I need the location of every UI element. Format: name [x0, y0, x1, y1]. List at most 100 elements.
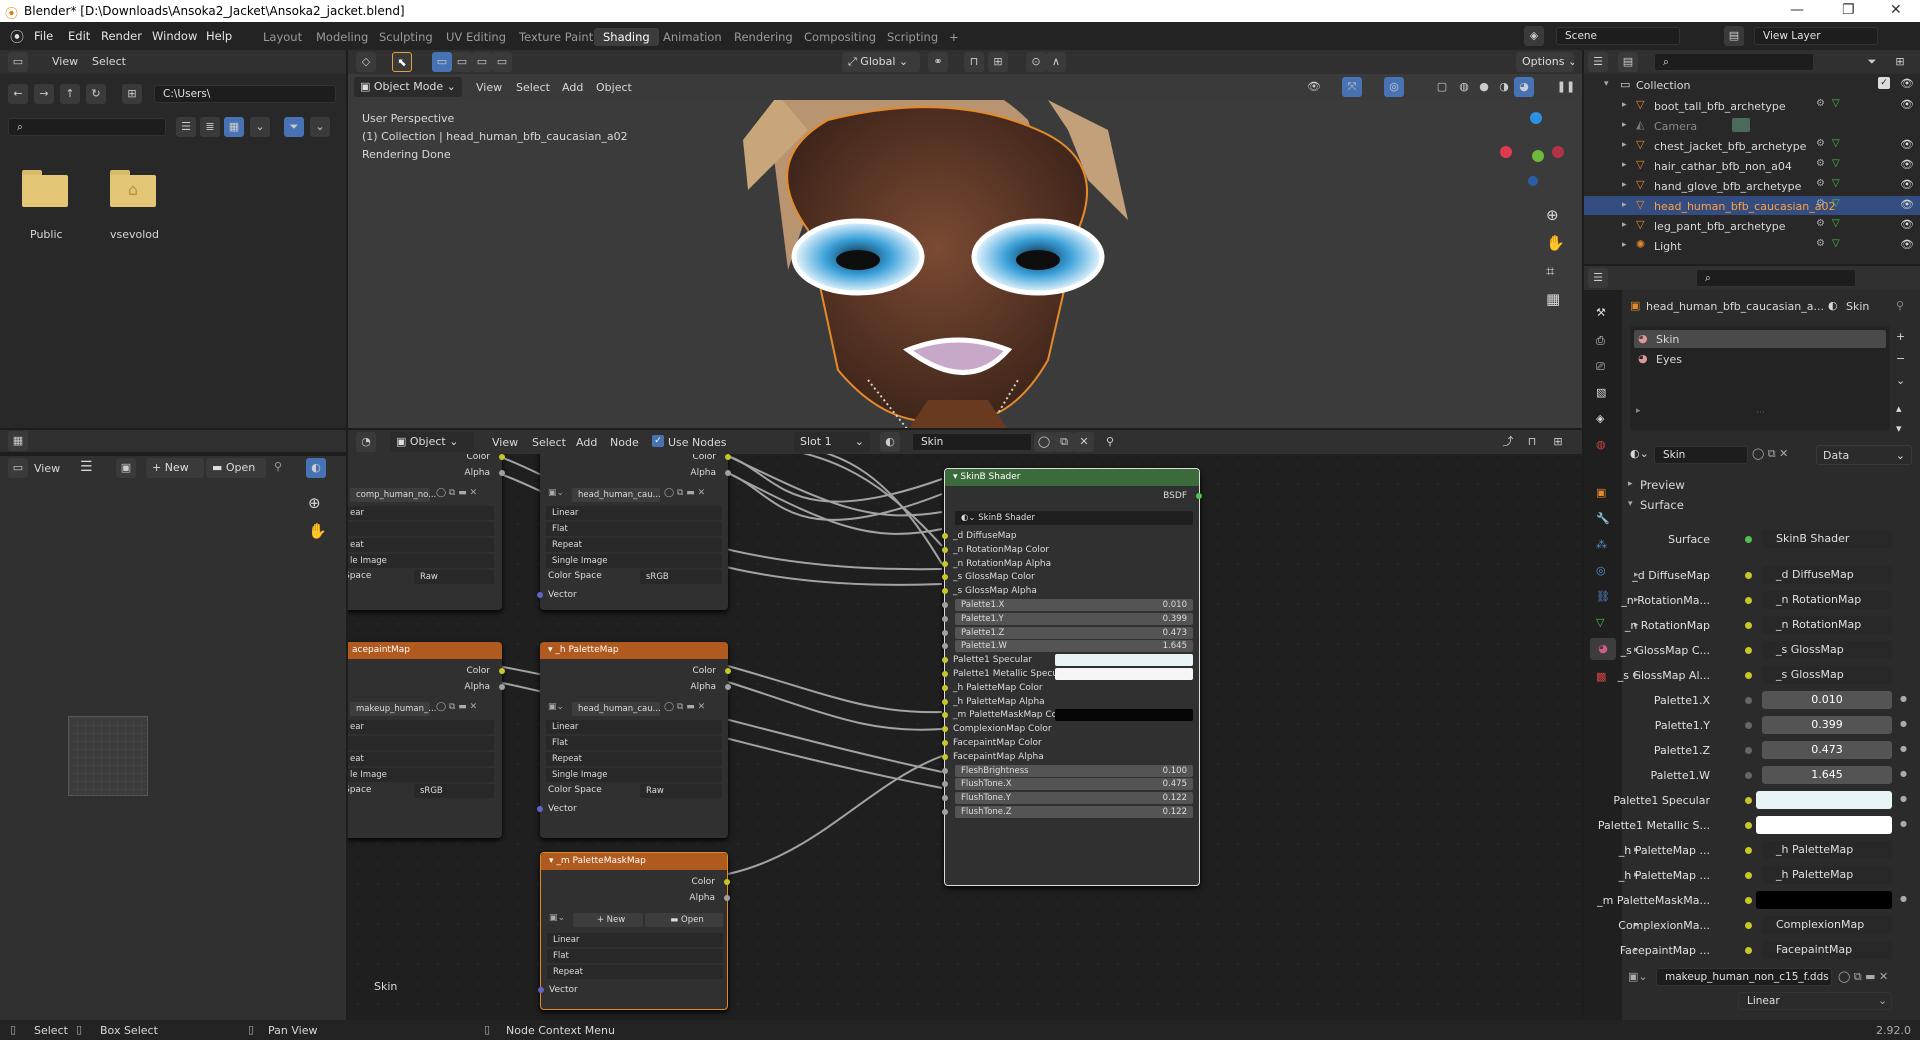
numeric-field[interactable]: 0.473	[1762, 741, 1892, 759]
proportional-edit-icon[interactable]: ⊙	[1026, 52, 1046, 72]
select-mode-extend-icon[interactable]: ▭	[452, 52, 472, 72]
folder-public[interactable]	[20, 170, 70, 210]
color-swatch[interactable]	[1756, 791, 1892, 809]
select-mode-subtract-icon[interactable]: ▭	[472, 52, 492, 72]
source-dropdown[interactable]: le Image	[348, 768, 494, 782]
node-menu-view[interactable]: View	[492, 436, 518, 449]
refresh-icon[interactable]: ↻	[86, 84, 106, 104]
socket-icon[interactable]	[942, 671, 948, 677]
slot-row-skin[interactable]: ◕ Skin	[1634, 330, 1886, 348]
xray-icon[interactable]: ▢	[1432, 77, 1452, 97]
expand-icon[interactable]: ▸	[1636, 406, 1641, 416]
socket-icon[interactable]	[942, 657, 948, 664]
rendered-shading-icon[interactable]: ◕	[1514, 77, 1534, 97]
node-menu-node[interactable]: Node	[610, 436, 639, 449]
menu-render[interactable]: Render	[101, 29, 142, 43]
object-tab-icon[interactable]: ▣	[1596, 486, 1606, 499]
projection-dropdown[interactable]: Flat	[546, 522, 722, 536]
minimize-button[interactable]: —	[1790, 2, 1804, 18]
viewport-canvas[interactable]: User Perspective (1) Collection | head_h…	[348, 100, 1582, 428]
visibility-icon[interactable]: 👁	[1304, 77, 1324, 97]
eye-icon[interactable]: 👁	[1900, 238, 1914, 251]
image-view-menu[interactable]: View	[34, 462, 60, 475]
eye-icon[interactable]: 👁	[1900, 218, 1914, 231]
color-swatch[interactable]	[1055, 709, 1193, 722]
socket-icon[interactable]	[538, 987, 544, 993]
display-options-icon[interactable]: ⌄	[250, 117, 270, 137]
new-folder-icon[interactable]: ⊞	[122, 84, 142, 104]
image-name-field[interactable]: makeup_human_non_c15_f.dds	[1656, 968, 1832, 986]
display-mode-icon[interactable]: ▤	[1618, 52, 1638, 72]
outliner-item[interactable]: ▸ ✺ Light ⚙ ▽ 👁	[1584, 236, 1920, 255]
image-texture-node-mid1[interactable]: Color Alpha ▣⌄ head_human_cau... ◯ ⧉ ▬ ✕…	[537, 454, 731, 610]
slot-menu-icon[interactable]: ⌄	[1896, 374, 1905, 387]
tab-uv-editing[interactable]: UV Editing	[437, 28, 515, 46]
color-space-dropdown[interactable]: Raw	[640, 784, 722, 798]
socket-icon[interactable]	[942, 588, 948, 595]
outliner-collection-row[interactable]: ▾ ▭ Collection ✓ 👁	[1584, 76, 1920, 94]
zoom-icon[interactable]: ⊕	[1546, 206, 1559, 224]
editor-type-icon[interactable]: ☰	[1588, 52, 1608, 72]
pivot-icon[interactable]: ⚭	[928, 52, 948, 72]
socket-icon[interactable]	[1745, 672, 1752, 679]
socket-icon[interactable]	[942, 753, 948, 760]
image-actions-icon[interactable]: ◯ ⧉ ▬ ✕	[436, 488, 477, 498]
linked-input-field[interactable]: _h PaletteMap	[1762, 841, 1892, 859]
editor-type-icon[interactable]: ☰	[1588, 268, 1608, 288]
socket-icon[interactable]	[499, 470, 505, 476]
pin-icon[interactable]: ⚲	[1100, 432, 1120, 452]
tab-layout[interactable]: Layout	[254, 28, 311, 46]
source-dropdown[interactable]: Single Image	[546, 554, 722, 568]
socket-icon[interactable]	[942, 684, 948, 691]
outliner-item[interactable]: ▸ ▽ chest_jacket_bfb_archetype ⚙ ▽ 👁	[1584, 136, 1920, 155]
pin-icon[interactable]: ⚲	[1896, 299, 1904, 312]
fake-user-icon[interactable]: ◯	[1034, 432, 1054, 452]
socket-icon[interactable]	[1745, 722, 1752, 729]
tool-tab-icon[interactable]: ⚒	[1596, 306, 1606, 319]
select-mode-intersect-icon[interactable]: ▭	[492, 52, 512, 72]
numeric-field[interactable]: 0.010	[1762, 691, 1892, 709]
view-layer-icon[interactable]: ▤	[1724, 26, 1744, 46]
socket-icon[interactable]	[942, 809, 948, 815]
unlink-icon[interactable]: ✕	[1074, 432, 1094, 452]
expand-icon[interactable]: ▸	[1622, 100, 1627, 110]
editor-type-icon[interactable]: ◇	[356, 52, 376, 72]
viewport-menu-select[interactable]: Select	[516, 81, 550, 94]
material-name-field[interactable]: Skin	[912, 433, 1032, 451]
duplicate-icon[interactable]: ⧉	[1054, 432, 1074, 452]
extension-dropdown[interactable]: Repeat	[546, 752, 722, 766]
socket-icon[interactable]	[1745, 872, 1752, 879]
path-input[interactable]: C:\Users\	[154, 85, 336, 103]
image-browse-icon[interactable]: ▣	[116, 458, 136, 478]
image-texture-node-mid3[interactable]: ▾ _m PaletteMaskMap Color Alpha ▣⌄ + New…	[538, 852, 730, 1010]
overlay-icon[interactable]: ⊞	[1548, 432, 1568, 452]
linked-input-field[interactable]: FacepaintMap	[1762, 941, 1892, 959]
falloff-icon[interactable]: ∧	[1046, 52, 1066, 72]
open-image-button[interactable]: ▬ Open	[645, 913, 723, 927]
keyframe-dot-icon[interactable]: ●	[1900, 719, 1907, 728]
filter-options-icon[interactable]: ⌄	[310, 117, 330, 137]
keyframe-dot-icon[interactable]: ●	[1900, 794, 1907, 803]
list-view-icon[interactable]: ☰	[176, 117, 196, 137]
tab-animation[interactable]: Animation	[654, 28, 731, 46]
linked-input-field[interactable]: _n RotationMap	[1762, 591, 1892, 609]
modifier-tab-icon[interactable]: 🔧	[1596, 512, 1610, 525]
source-dropdown[interactable]: Single Image	[546, 768, 722, 782]
hand-icon[interactable]: ✋	[1546, 234, 1565, 252]
folder-home[interactable]: ⌂	[108, 170, 158, 210]
new-collection-icon[interactable]: ⊞	[1890, 52, 1910, 72]
image-field[interactable]: head_human_cau...	[572, 702, 661, 716]
outliner-item[interactable]: ▸ ▽ head_human_bfb_caucasian_a02 ⚙ ▽ 👁	[1584, 196, 1920, 215]
slot-row-eyes[interactable]: ◕ Eyes	[1634, 350, 1886, 368]
gizmo-icon[interactable]: ⤧	[1342, 77, 1362, 97]
tab-modeling[interactable]: Modeling	[307, 28, 377, 46]
parent-dir-icon[interactable]: ↑	[60, 84, 80, 104]
file-search-input[interactable]: ⌕	[8, 118, 166, 136]
surface-expand-icon[interactable]: ▾	[1628, 499, 1633, 509]
color-space-dropdown[interactable]: Raw	[414, 570, 494, 584]
new-image-button[interactable]: + New	[146, 458, 204, 478]
forward-icon[interactable]: →	[34, 84, 54, 104]
expand-icon[interactable]: ▸	[1622, 200, 1627, 210]
linked-input-field[interactable]: _h PaletteMap	[1762, 866, 1892, 884]
back-icon[interactable]: ←	[8, 84, 28, 104]
